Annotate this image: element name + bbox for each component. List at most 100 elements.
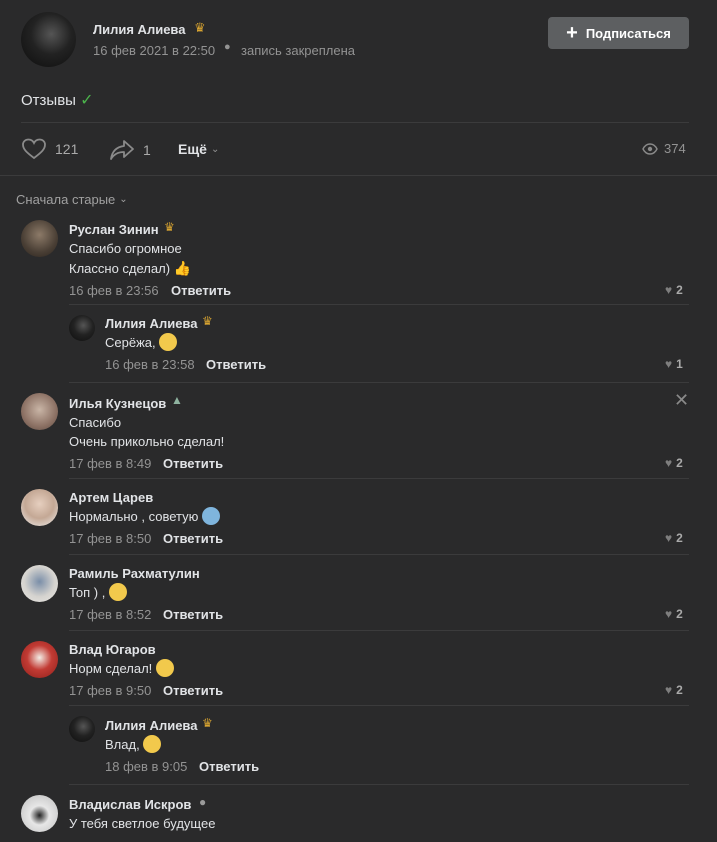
smiley-icon [155,659,174,677]
comment-text-line: Нормально , советую [69,509,199,524]
person-gesture-icon [202,507,221,525]
post-text: Отзывы ✓ [21,90,94,110]
post-text-content: Отзывы [21,92,76,109]
comment-like-count: 2 [676,683,683,697]
comment-text-line: Норм сделал! [69,661,153,676]
crown-icon: ♛ [202,716,213,730]
sort-label: Сначала старые [16,192,116,207]
close-icon[interactable]: ✕ [674,390,689,411]
chevron-down-icon: ⌄ [210,143,220,155]
comment-like[interactable]: ♥ 1 [665,357,683,371]
heart-icon: ♥ [665,456,673,470]
comment-date[interactable]: 17 фев в 8:49 [69,456,151,471]
sort-dropdown[interactable]: Сначала старые ⌄ [16,192,128,207]
cat-icon: ▲ [171,393,183,407]
like-button[interactable]: 121 [21,138,78,160]
comment-text-line: Топ ) , [69,585,106,600]
comment-date[interactable]: 17 фев в 8:50 [69,531,151,546]
more-label: Ещё [178,141,207,157]
view-count: 374 [664,141,686,156]
smiley-icon [159,333,178,351]
comment-text: Серёжа, [105,333,178,352]
apple-icon: ● [224,41,231,53]
comment-avatar[interactable] [21,565,58,602]
subscribe-button[interactable]: + Подписаться [548,17,689,49]
comment-author[interactable]: Артем Царев [69,490,153,505]
like-count: 121 [55,141,79,157]
comment-like-count: 2 [676,531,683,545]
crown-icon: ♛ [194,20,206,35]
post-author-name[interactable]: Лилия Алиева [93,22,185,37]
comment-author[interactable]: Лилия Алиева [105,718,197,733]
post-divider [21,122,689,123]
smiley-icon [108,583,127,601]
crown-icon: ♛ [164,220,175,234]
comment-text: Норм сделал! [69,659,174,678]
comment-divider [69,554,689,555]
subscribe-label: Подписаться [585,25,671,41]
comment-avatar[interactable] [21,220,58,257]
comment-like-count: 2 [676,456,683,470]
comment-author[interactable]: Влад Югаров [69,642,156,657]
post-date[interactable]: 16 фев 2021 в 22:50 [93,43,215,58]
thumbs-up-icon: 👍 [173,260,192,276]
reply-button[interactable]: Ответить [163,683,223,698]
comment-author[interactable]: Илья Кузнецов [69,396,166,411]
comment-like[interactable]: ♥ 2 [665,531,683,545]
comment-divider [69,304,689,305]
check-icon: ✓ [80,92,94,109]
comment-avatar[interactable] [69,716,95,742]
comment-like[interactable]: ♥ 2 [665,283,683,297]
reply-button[interactable]: Ответить [206,357,266,372]
heart-icon: ♥ [665,683,673,697]
comment-avatar[interactable] [21,393,58,430]
comment-divider [69,705,689,706]
heart-icon: ♥ [665,607,673,621]
comment-date[interactable]: 18 фев в 9:05 [105,759,187,774]
comment-text: Влад, [105,735,162,754]
reply-button[interactable]: Ответить [163,456,223,471]
eye-icon [642,142,658,155]
comment-divider [69,630,689,631]
reply-button[interactable]: Ответить [163,607,223,622]
comment-text: Спасибо [69,415,122,430]
share-button[interactable]: 1 [109,139,151,161]
post-author-avatar[interactable] [21,12,76,67]
pinned-label: запись закреплена [241,43,355,58]
comment-date[interactable]: 17 фев в 9:50 [69,683,151,698]
comment-like-count: 1 [676,357,683,371]
comment-avatar[interactable] [21,795,58,832]
crown-icon: ♛ [202,314,213,328]
comment-avatar[interactable] [21,641,58,678]
comment-text: Классно сделал) 👍 [69,259,191,278]
reply-button[interactable]: Ответить [163,531,223,546]
heart-icon: ♥ [665,531,673,545]
more-button[interactable]: Ещё ⌄ [178,141,219,157]
comment-text: Очень прикольно сделал! [69,434,225,449]
comment-date[interactable]: 17 фев в 8:52 [69,607,151,622]
comment-text-line: Классно сделал) [69,261,171,276]
reply-button[interactable]: Ответить [199,759,259,774]
comment-author[interactable]: Владислав Искров [69,797,191,812]
comment-author[interactable]: Руслан Зинин [69,222,159,237]
comment-author[interactable]: Рамиль Рахматулин [69,566,200,581]
comment-like[interactable]: ♥ 2 [665,683,683,697]
comment-text: Нормально , советую [69,507,221,526]
comment-date[interactable]: 16 фев в 23:56 [69,283,159,298]
comment-text: У тебя светлое будущее [69,816,216,831]
comment-text-line: Влад, [105,737,140,752]
comment-avatar[interactable] [69,315,95,341]
comment-date[interactable]: 16 фев в 23:58 [105,357,195,372]
comment-author[interactable]: Лилия Алиева [105,316,197,331]
comment-like[interactable]: ♥ 2 [665,607,683,621]
share-icon [110,140,134,160]
reply-button[interactable]: Ответить [171,283,231,298]
comment-avatar[interactable] [21,489,58,526]
heart-icon: ♥ [665,283,673,297]
chevron-down-icon: ⌄ [119,194,128,205]
comment-like-count: 2 [676,283,683,297]
comment-like[interactable]: ♥ 2 [665,456,683,470]
share-count: 1 [143,142,151,158]
actions-divider [0,175,717,176]
comment-text: Топ ) , [69,583,127,602]
